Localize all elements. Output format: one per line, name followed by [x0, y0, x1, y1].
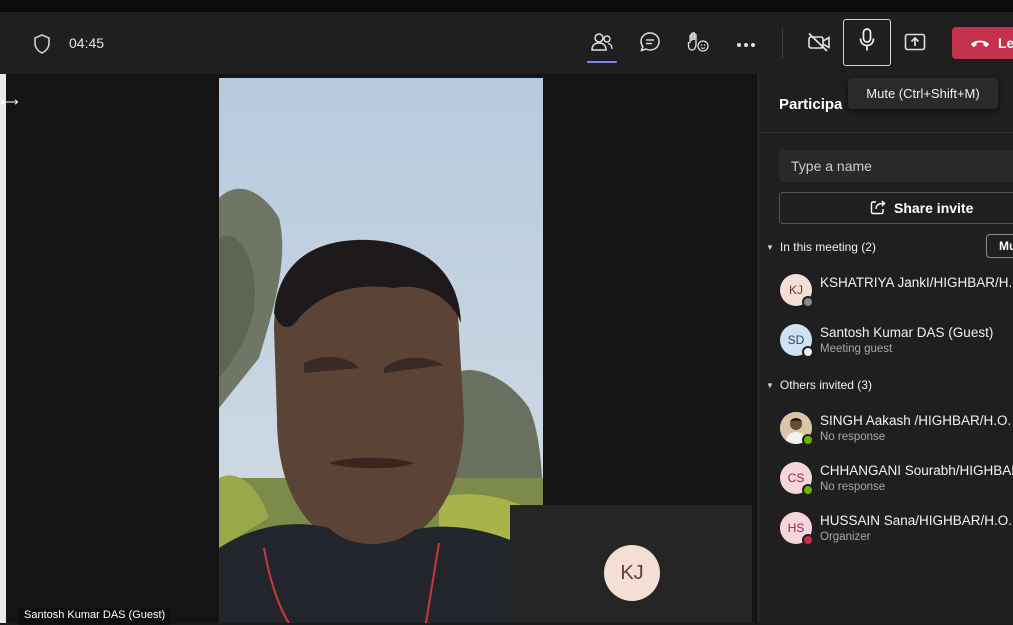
panel-divider: [759, 132, 1013, 133]
participant-status: No response: [820, 481, 886, 493]
raise-hand-button[interactable]: [681, 28, 715, 60]
meeting-timer: 04:45: [69, 35, 105, 51]
participant-row[interactable]: KJ KSHATRIYA JankI/HIGHBAR/H.O.: [780, 274, 1013, 314]
camera-button[interactable]: [802, 28, 836, 60]
participant-video: [219, 78, 543, 623]
share-icon: [870, 199, 886, 218]
raise-hand-icon: [686, 31, 710, 58]
leave-label: Le: [998, 35, 1013, 51]
participant-name: CHHANGANI Sourabh/HIGHBAR: [820, 463, 1013, 478]
people-icon: [591, 32, 613, 57]
participant-name: Santosh Kumar DAS (Guest): [820, 325, 994, 340]
presence-available-icon: [802, 434, 814, 446]
others-invited-section[interactable]: ▼ Others invited (3): [766, 378, 872, 392]
participant-search-input[interactable]: Type a name: [779, 150, 1013, 182]
video-name-tag: Santosh Kumar DAS (Guest): [18, 607, 172, 625]
caret-down-icon: ▼: [766, 380, 774, 390]
mic-icon: [859, 28, 875, 57]
resize-cursor-icon: ⟷: [0, 94, 19, 109]
presence-offline-icon: [802, 296, 814, 308]
title-strip: [0, 0, 1013, 12]
phone-hangup-icon: [970, 35, 990, 51]
participant-name: HUSSAIN Sana/HIGHBAR/H.O.: [820, 513, 1013, 528]
in-meeting-section[interactable]: ▼ In this meeting (2): [766, 240, 876, 254]
participant-row[interactable]: SINGH Aakash /HIGHBAR/H.O. No response: [780, 412, 1013, 452]
avatar-initials: SD: [787, 333, 805, 347]
participant-status: No response: [820, 431, 886, 443]
leave-button[interactable]: Le: [952, 27, 1013, 59]
panel-title: Participa: [779, 96, 843, 113]
participant-row[interactable]: SD Santosh Kumar DAS (Guest) Meeting gue…: [780, 324, 1013, 364]
presence-available-icon: [802, 484, 814, 496]
in-meeting-label: In this meeting (2): [779, 240, 876, 254]
shield-icon[interactable]: [33, 34, 51, 54]
share-invite-button[interactable]: Share invite: [779, 192, 1013, 224]
more-options-button[interactable]: [729, 28, 763, 60]
mic-tooltip: Mute (Ctrl+Shift+M): [848, 78, 998, 109]
avatar-initials: HS: [787, 521, 805, 535]
chat-icon: [639, 31, 661, 58]
participant-name: KSHATRIYA JankI/HIGHBAR/H.O.: [820, 275, 1013, 290]
meeting-toolbar: 04:45 Le: [0, 12, 1013, 74]
participants-panel: Participa Type a name Share invite ▼ In …: [758, 74, 1013, 623]
participant-row[interactable]: HS HUSSAIN Sana/HIGHBAR/H.O. Organizer: [780, 512, 1013, 552]
chat-button[interactable]: [633, 28, 667, 60]
avatar-initials: CS: [787, 471, 805, 485]
more-icon: [736, 35, 756, 53]
toolbar-divider: [782, 28, 783, 58]
mute-all-button[interactable]: Mu: [986, 234, 1013, 258]
caret-down-icon: ▼: [766, 242, 774, 252]
self-avatar: KJ: [604, 545, 660, 601]
share-screen-button[interactable]: [898, 28, 932, 60]
presence-unknown-icon: [802, 346, 814, 358]
participant-row[interactable]: CS CHHANGANI Sourabh/HIGHBAR No response: [780, 462, 1013, 502]
participant-status: Meeting guest: [820, 343, 893, 355]
share-screen-icon: [904, 33, 926, 56]
presence-busy-icon: [802, 534, 814, 546]
share-invite-label: Share invite: [894, 200, 974, 216]
others-invited-label: Others invited (3): [779, 378, 872, 392]
participant-name: SINGH Aakash /HIGHBAR/H.O.: [820, 413, 1012, 428]
camera-off-icon: [807, 32, 831, 57]
participant-status: Organizer: [820, 531, 871, 543]
mic-button[interactable]: [843, 19, 891, 66]
avatar-initials: KJ: [788, 283, 803, 297]
people-button[interactable]: [585, 28, 619, 63]
